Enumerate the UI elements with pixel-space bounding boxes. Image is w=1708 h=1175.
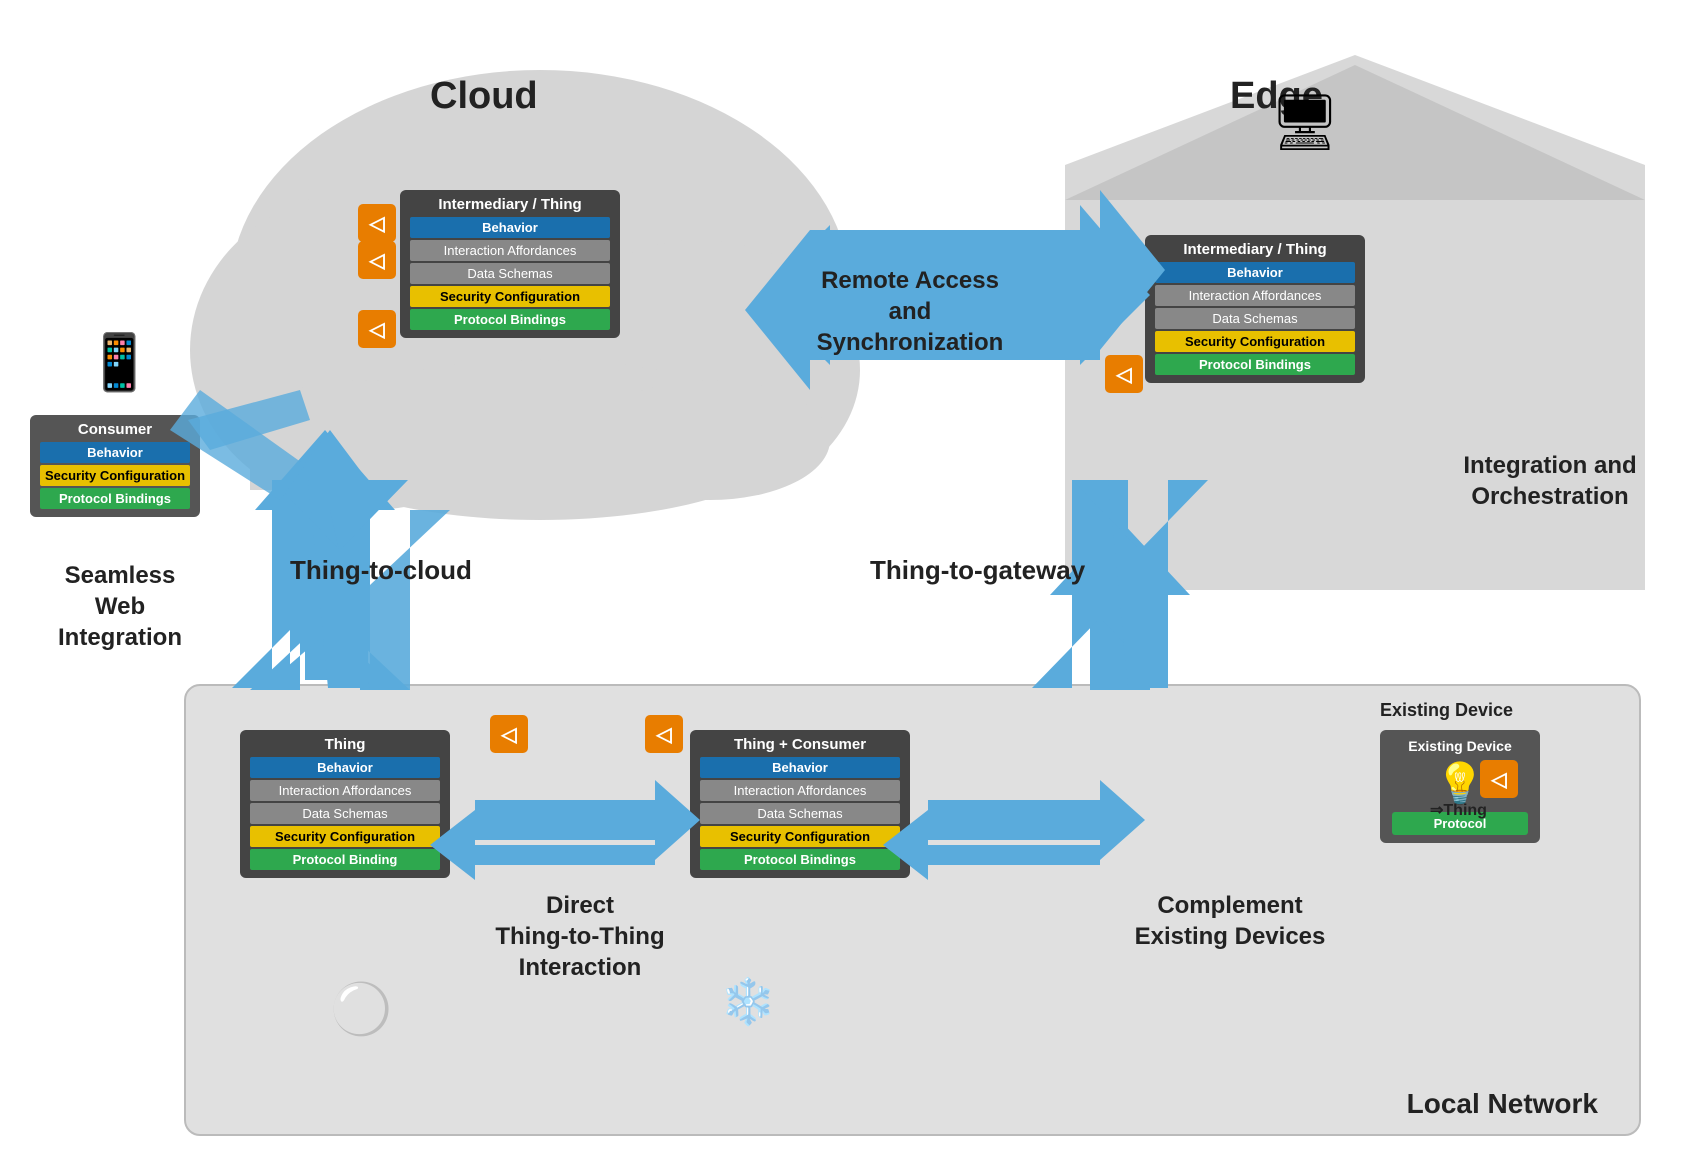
thing-consumer-title: Thing + Consumer [700,736,900,753]
edge-interaction-row: Interaction Affordances [1155,285,1355,306]
server-icon: 🖥 [1270,90,1340,155]
existing-thing-label: ⇒Thing [1430,800,1487,820]
cloud-behavior-row: Behavior [410,217,610,238]
thing-title: Thing [250,736,440,753]
existing-device-plus: Existing Device [1380,700,1513,721]
edge-security-row: Security Configuration [1155,331,1355,352]
thing-security-row: Security Configuration [250,826,440,847]
thing-to-cloud-label: Thing-to-cloud [290,555,472,586]
cloud-label: Cloud [430,75,538,118]
remote-access-label: Remote Accessand Synchronization [810,265,1010,359]
edge-protocol-row: Protocol Bindings [1155,354,1355,375]
thing-consumer-protocol-row: Protocol Bindings [700,849,900,870]
edge-arrow-2: ◁ [1105,355,1143,393]
thing-protocol-row: Protocol Binding [250,849,440,870]
cloud-security-row: Security Configuration [410,286,610,307]
edge-intermediary-box: Intermediary / Thing Behavior Interactio… [1145,235,1365,383]
cloud-arrow-2: ◁ [358,241,396,279]
integration-label: Integration andOrchestration [1450,450,1650,512]
thing-consumer-security-row: Security Configuration [700,826,900,847]
consumer-title: Consumer [40,421,190,438]
consumer-behavior-row: Behavior [40,442,190,463]
edge-data-row: Data Schemas [1155,308,1355,329]
cloud-intermediary-box: Intermediary / Thing Behavior Interactio… [400,190,620,338]
seamless-label: SeamlessWeb Integration [30,560,210,654]
tablet-icon: 📱 [85,330,153,395]
thing-interaction-row: Interaction Affordances [250,780,440,801]
cloud-protocol-row: Protocol Bindings [410,309,610,330]
thing-data-row: Data Schemas [250,803,440,824]
thing-consumer-box: Thing + Consumer Behavior Interaction Af… [690,730,910,878]
thing-to-gateway-label: Thing-to-gateway [870,555,1085,586]
existing-arrow: ◁ [1480,760,1518,798]
thing-box: Thing Behavior Interaction Affordances D… [240,730,450,878]
local-network-label: Local Network [1407,1088,1598,1120]
motion-sensor-icon: ⚪ [330,980,392,1039]
thing-consumer-data-row: Data Schemas [700,803,900,824]
edge-behavior-row: Behavior [1155,262,1355,283]
edge-intermediary-title: Intermediary / Thing [1155,241,1355,258]
complement-label: ComplementExisting Devices [1130,890,1330,952]
cloud-intermediary-title: Intermediary / Thing [410,196,610,213]
diagram-container: Cloud Edge Local Network Intermediary / … [0,0,1708,1175]
thing-local-arrow: ◁ [490,715,528,753]
consumer-security-row: Security Configuration [40,465,190,486]
direct-label: DirectThing-to-ThingInteraction [490,890,670,984]
consumer-box: Consumer Behavior Security Configuration… [30,415,200,517]
cloud-data-row: Data Schemas [410,263,610,284]
thing-consumer-arrow: ◁ [645,715,683,753]
thing-consumer-behavior-row: Behavior [700,757,900,778]
consumer-protocol-row: Protocol Bindings [40,488,190,509]
thing-consumer-interaction-row: Interaction Affordances [700,780,900,801]
cloud-interaction-row: Interaction Affordances [410,240,610,261]
existing-device-title: Existing Device [1392,738,1528,754]
cloud-arrow-1: ◁ [358,204,396,242]
edge-arrow-1: ◁ [1105,246,1143,284]
cloud-arrow-3: ◁ [358,310,396,348]
ac-unit-icon: ❄️ [720,975,776,1028]
thing-behavior-row: Behavior [250,757,440,778]
